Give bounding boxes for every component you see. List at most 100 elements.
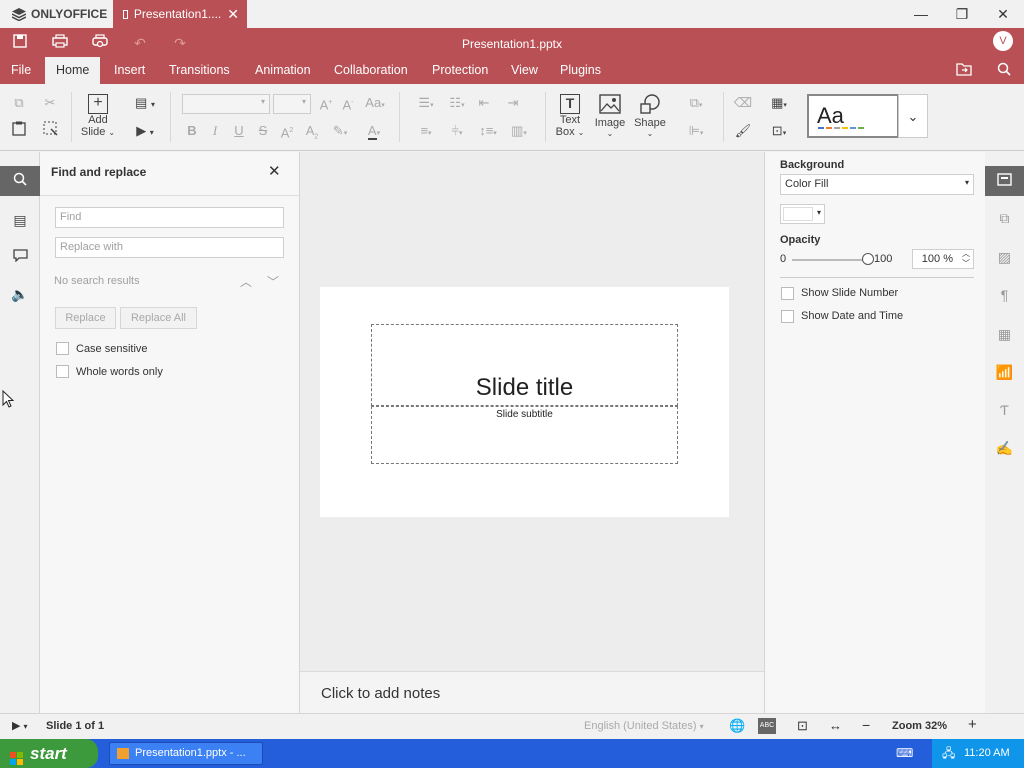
increase-font-icon[interactable]: A+ [316,93,336,113]
show-date-time-checkbox[interactable] [781,310,794,323]
add-slide-button[interactable]: + Add Slide ⌄ [80,94,116,138]
tab-view[interactable]: View [500,57,549,84]
fill-color-picker[interactable]: ▾ [780,204,825,224]
change-case-icon[interactable]: Aa▾ [361,93,389,113]
color-scheme-icon[interactable]: ▦▾ [765,93,793,113]
find-input[interactable]: Find [55,207,284,228]
strikethrough-icon[interactable]: S [253,121,273,141]
tab-protection[interactable]: Protection [421,57,499,84]
opacity-spinner[interactable]: 100 % ︿ ﹀ [912,249,974,269]
highlight-icon[interactable]: ✎▾ [327,121,353,141]
notes-area[interactable]: Click to add notes [300,671,764,713]
image-button[interactable]: Image ⌄ [592,94,628,138]
globe-icon[interactable]: 🌐 [729,718,745,734]
subtitle-placeholder[interactable]: Slide subtitle [371,406,678,464]
clear-style-icon[interactable]: ⌫ [733,93,753,113]
text-box-button[interactable]: T Text Box ⌄ [552,94,588,138]
next-result-icon[interactable]: ﹀ [267,273,279,290]
columns-icon[interactable]: ▥▾ [505,121,533,141]
copy-icon[interactable]: ⧉ [9,93,29,113]
slides-panel-icon[interactable]: ▤ [0,205,40,235]
zoom-out-icon[interactable]: − [862,717,870,733]
font-color-icon[interactable]: A▾ [360,121,388,141]
search-icon[interactable] [993,61,1015,81]
start-slideshow-icon[interactable]: ▶ ▾ [131,121,159,141]
align-shape-icon[interactable]: ⊫▾ [682,121,710,141]
tab-file[interactable]: File [0,57,42,84]
font-size-select[interactable]: ▾ [273,94,311,114]
avatar[interactable]: V [993,31,1013,51]
keyboard-icon[interactable]: ⌨ [896,746,913,760]
paste-icon[interactable] [9,121,29,141]
slide[interactable]: Slide title Slide subtitle [320,287,729,517]
copy-style-icon[interactable]: 🖌 [733,121,753,141]
theme-preview[interactable]: Aa [807,94,899,138]
superscript-icon[interactable]: A2 [277,121,297,141]
tab-home[interactable]: Home [45,57,101,84]
spell-check-icon[interactable]: ABC [758,718,776,734]
line-spacing-icon[interactable]: ↕≡▾ [474,121,502,141]
italic-icon[interactable]: I [205,121,225,141]
opacity-slider-handle[interactable] [862,253,874,265]
cut-icon[interactable]: ✂ [40,93,60,113]
underline-icon[interactable]: U [229,121,249,141]
align-left-icon[interactable]: ≡▾ [412,121,440,141]
numbering-icon[interactable]: ☷▾ [443,93,471,113]
fit-to-width-icon[interactable]: ↔ [829,718,842,733]
comments-icon[interactable] [0,242,40,272]
document-tab[interactable]: Presentation1.... ✕ [113,0,247,28]
slide-size-icon[interactable]: ⊡▾ [765,121,793,141]
tab-animation[interactable]: Animation [244,57,322,84]
increase-indent-icon[interactable]: ⇥ [503,93,523,113]
speaker-icon[interactable]: 🔈 [0,279,40,309]
case-sensitive-checkbox[interactable] [56,342,69,355]
tab-collaboration[interactable]: Collaboration [323,57,419,84]
whole-words-checkbox[interactable] [56,365,69,378]
shape-settings-icon[interactable]: ⧉ [985,203,1024,233]
image-settings-icon[interactable]: ▨ [985,242,1024,272]
theme-dropdown-button[interactable]: ⌄ [898,94,928,138]
tab-transitions[interactable]: Transitions [158,57,241,84]
replace-all-button[interactable]: Replace All [120,307,197,329]
network-icon[interactable]: 🖧 [942,739,955,768]
language-select[interactable]: English (United States) ▾ [584,720,704,732]
slide-layout-icon[interactable]: ▤ ▾ [131,93,159,113]
select-all-icon[interactable] [40,121,60,141]
bold-icon[interactable]: B [182,121,202,141]
arrange-icon[interactable]: ⧉▾ [682,93,710,113]
tab-insert[interactable]: Insert [103,57,156,84]
slide-settings-icon[interactable] [985,166,1024,196]
decrease-indent-icon[interactable]: ⇤ [474,93,494,113]
vertical-align-icon[interactable]: ⫩▾ [443,121,471,141]
show-slide-number-checkbox[interactable] [781,287,794,300]
font-family-select[interactable]: ▾ [182,94,270,114]
close-tab-icon[interactable]: ✕ [227,6,239,23]
replace-input[interactable]: Replace with [55,237,284,258]
text-art-settings-icon[interactable]: Ƭ [985,395,1024,425]
subscript-icon[interactable]: A2 [302,121,322,141]
decrease-font-icon[interactable]: A- [338,93,358,113]
tab-plugins[interactable]: Plugins [549,57,612,84]
fill-type-select[interactable]: Color Fill ▾ [780,174,974,195]
fit-to-slide-icon[interactable]: ⊡ [797,718,808,734]
search-panel-icon[interactable] [0,166,40,196]
open-location-icon[interactable] [953,61,975,81]
taskbar-item[interactable]: Presentation1.pptx - ... [109,742,263,765]
opacity-slider[interactable] [792,259,870,261]
replace-button[interactable]: Replace [55,307,116,329]
start-button[interactable]: start [0,739,98,768]
slideshow-menu-icon[interactable]: ▶ ▾ [12,719,28,732]
bullets-icon[interactable]: ☰▾ [412,93,440,113]
signature-settings-icon[interactable]: ✍ [985,433,1024,463]
title-placeholder[interactable]: Slide title [371,324,678,406]
paragraph-settings-icon[interactable]: ¶ [985,280,1024,310]
close-window-button[interactable]: ✕ [988,4,1018,24]
close-icon[interactable]: ✕ [268,162,281,180]
chart-settings-icon[interactable]: 📶 [985,357,1024,387]
zoom-in-icon[interactable]: + [968,716,977,733]
shape-button[interactable]: Shape ⌄ [632,94,668,138]
table-settings-icon[interactable]: ▦ [985,319,1024,349]
previous-result-icon[interactable]: ︿ [240,273,252,290]
spinner-arrows-icon[interactable]: ︿ ﹀ [962,249,970,269]
restore-button[interactable]: ❐ [947,4,977,24]
